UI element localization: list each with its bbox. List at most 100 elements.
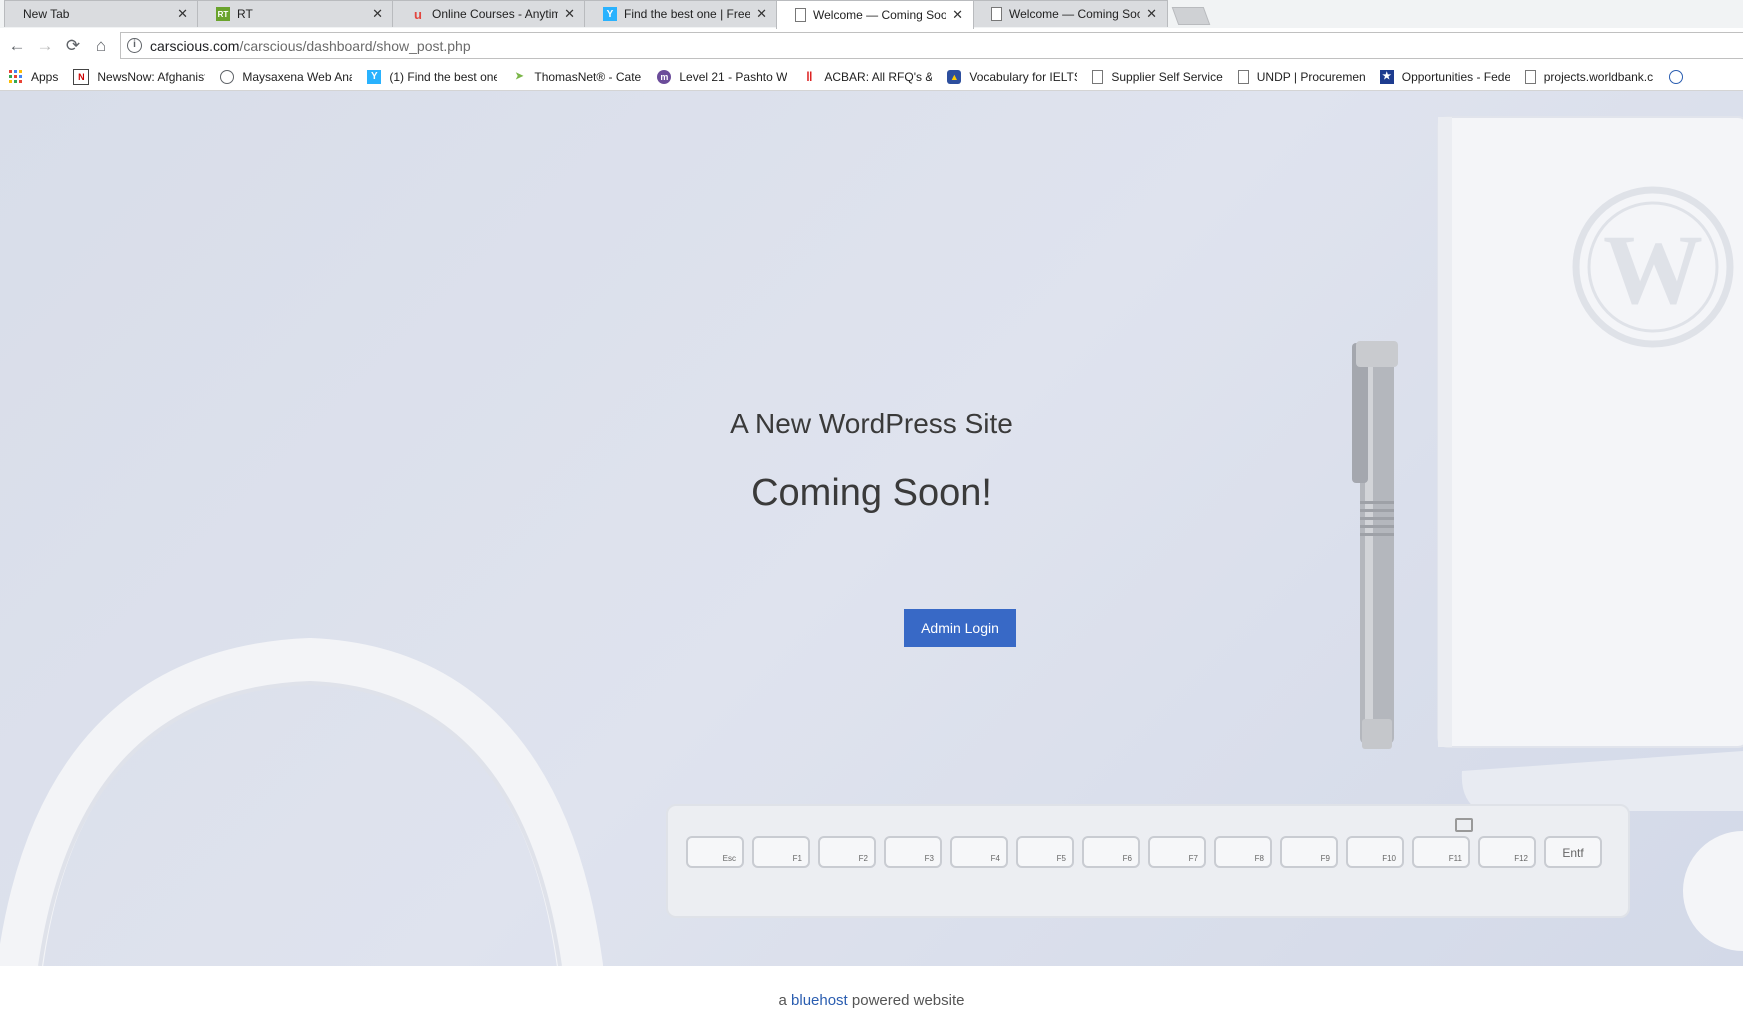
keyboard-key-label: Entf: [1562, 846, 1584, 860]
keyboard-key: F5: [1016, 836, 1074, 868]
bookmark-supplier[interactable]: Supplier Self Service: [1092, 69, 1223, 84]
keyboard-key: F4: [950, 836, 1008, 868]
footer-suffix: powered website: [851, 992, 965, 1009]
newsnow-icon: N: [73, 68, 90, 85]
close-icon[interactable]: ✕: [372, 6, 383, 22]
globe-icon: [1668, 69, 1683, 84]
home-icon[interactable]: ⌂: [91, 36, 111, 56]
bookmark-label: Level 21 - Pashto W: [679, 69, 788, 84]
keyboard-key-label: F2: [858, 854, 868, 863]
site-title: A New WordPress Site: [730, 408, 1013, 439]
keyboard-key-label: F8: [1254, 854, 1264, 863]
globe-icon: [220, 69, 235, 84]
apps-grid-icon: [9, 69, 23, 84]
bookmark-worldbank[interactable]: projects.worldbank.c: [1524, 69, 1654, 84]
close-icon[interactable]: ✕: [177, 6, 188, 22]
tab-welcome-active[interactable]: Welcome — Coming Soo ✕: [776, 0, 974, 29]
admin-login-button[interactable]: Admin Login: [904, 609, 1016, 647]
tab-new-tab[interactable]: New Tab ✕: [4, 0, 199, 27]
keyboard-key-label: F9: [1320, 854, 1330, 863]
close-icon[interactable]: ✕: [756, 6, 767, 22]
bluehost-link[interactable]: bluehost: [791, 992, 848, 1009]
keyboard-key-label: Esc: [722, 854, 736, 863]
bookmark-maysaxena[interactable]: Maysaxena Web Ana: [220, 69, 352, 84]
tab-label: Find the best one | Freela: [624, 7, 751, 21]
ielts-icon: ▲: [947, 69, 962, 84]
keyboard-key: F8: [1214, 836, 1272, 868]
rt-icon: RT: [216, 7, 230, 21]
keyboard-key: F10: [1346, 836, 1404, 868]
close-icon[interactable]: ✕: [952, 7, 963, 23]
bookmark-opportunities[interactable]: ★ Opportunities - Fede: [1379, 69, 1510, 84]
bookmark-label: Apps: [31, 69, 59, 84]
bookmark-thomasnet[interactable]: ➤ ThomasNet® - Cate: [512, 70, 642, 84]
keyboard-key-label: F3: [924, 854, 934, 863]
tab-rt[interactable]: RT RT ✕: [197, 0, 394, 27]
page-icon: [1524, 69, 1536, 84]
keyboard-key-label: F11: [1448, 854, 1462, 863]
acbar-icon: ‖: [806, 69, 813, 84]
reload-icon[interactable]: ⟳: [63, 36, 83, 56]
bookmark-label: Vocabulary for IELTS: [969, 69, 1078, 84]
keyboard-key-label: F6: [1122, 854, 1132, 863]
bookmark-ielts[interactable]: ▲ Vocabulary for IELTS: [947, 69, 1078, 84]
page-footer: a bluehost powered website: [0, 966, 1743, 1009]
keyboard-key: F11: [1412, 836, 1470, 868]
keyboard-key-label: F1: [792, 854, 802, 863]
bookmark-acbar[interactable]: ‖ ACBAR: All RFQ's &: [802, 69, 933, 84]
thomasnet-icon: ➤: [515, 71, 524, 82]
new-tab-button[interactable]: [1171, 7, 1211, 25]
freelancer-icon: Y: [603, 7, 617, 21]
coming-soon-heading: Coming Soon!: [751, 472, 992, 514]
keyboard-key: F7: [1148, 836, 1206, 868]
headphones-illustration: [0, 637, 603, 966]
coming-soon-hero: W Esc F1 F2 F3 F4 F5 F6 F7 F8 F9 F10 F11…: [0, 91, 1743, 966]
page-icon: [795, 8, 806, 22]
bookmark-freelancer[interactable]: Y (1) Find the best one: [367, 69, 498, 84]
keyboard-key: Esc: [686, 836, 744, 868]
freelancer-icon: Y: [367, 69, 382, 84]
keyboard-key-label: F5: [1056, 854, 1066, 863]
tab-welcome[interactable]: Welcome — Coming Soo ✕: [972, 0, 1168, 27]
tab-label: Online Courses - Anytime: [432, 7, 559, 21]
bookmark-more[interactable]: [1668, 69, 1691, 84]
keyboard-key-label: F12: [1514, 854, 1528, 863]
memrise-icon: m: [657, 69, 672, 84]
bookmark-label: projects.worldbank.c: [1543, 69, 1654, 84]
bookmark-label: Opportunities - Fede: [1401, 69, 1510, 84]
keyboard-key: Entf: [1544, 836, 1602, 868]
back-arrow-icon[interactable]: ←: [7, 36, 27, 56]
bookmarks-bar: Apps N NewsNow: Afghanist Maysaxena Web …: [0, 63, 1743, 91]
bookmark-label: UNDP | Procuremen: [1256, 69, 1365, 84]
keyboard-key: F3: [884, 836, 942, 868]
bookmark-newsnow[interactable]: N NewsNow: Afghanist: [73, 68, 205, 85]
bookmark-label: (1) Find the best one: [389, 69, 498, 84]
close-icon[interactable]: ✕: [564, 6, 575, 22]
keyboard-lock-icon: [1455, 818, 1473, 832]
bookmark-undp[interactable]: UNDP | Procuremen: [1237, 69, 1365, 84]
page-icon: [991, 7, 1002, 21]
tab-label: RT: [237, 7, 253, 21]
tab-online-courses[interactable]: u Online Courses - Anytime ✕: [392, 0, 586, 27]
tab-freelancer[interactable]: Y Find the best one | Freela ✕: [584, 0, 778, 27]
keyboard-key: F2: [818, 836, 876, 868]
url-host: carscious.com: [150, 37, 240, 54]
svg-text:W: W: [1603, 214, 1703, 325]
keyboard-key: F1: [752, 836, 810, 868]
pen-illustration: [1352, 341, 1398, 749]
info-icon[interactable]: i: [127, 38, 142, 53]
bookmark-memrise[interactable]: m Level 21 - Pashto W: [657, 69, 788, 84]
star-icon: ★: [1379, 69, 1394, 84]
keyboard-key: F9: [1280, 836, 1338, 868]
bookmark-apps[interactable]: Apps: [9, 69, 59, 84]
forward-arrow-icon[interactable]: →: [35, 36, 55, 56]
close-icon[interactable]: ✕: [1146, 6, 1157, 22]
keyboard-key: F12: [1478, 836, 1536, 868]
address-bar[interactable]: i carscious.com/carscious/dashboard/show…: [120, 32, 1743, 59]
keyboard-key: F6: [1082, 836, 1140, 868]
bookmark-label: ThomasNet® - Cate: [534, 69, 642, 84]
bookmark-label: ACBAR: All RFQ's &: [824, 69, 933, 84]
page-icon: [1237, 69, 1249, 84]
tab-strip: New Tab ✕ RT RT ✕ u Online Courses - Any…: [0, 0, 1743, 29]
tab-label: Welcome — Coming Soo: [813, 8, 947, 22]
